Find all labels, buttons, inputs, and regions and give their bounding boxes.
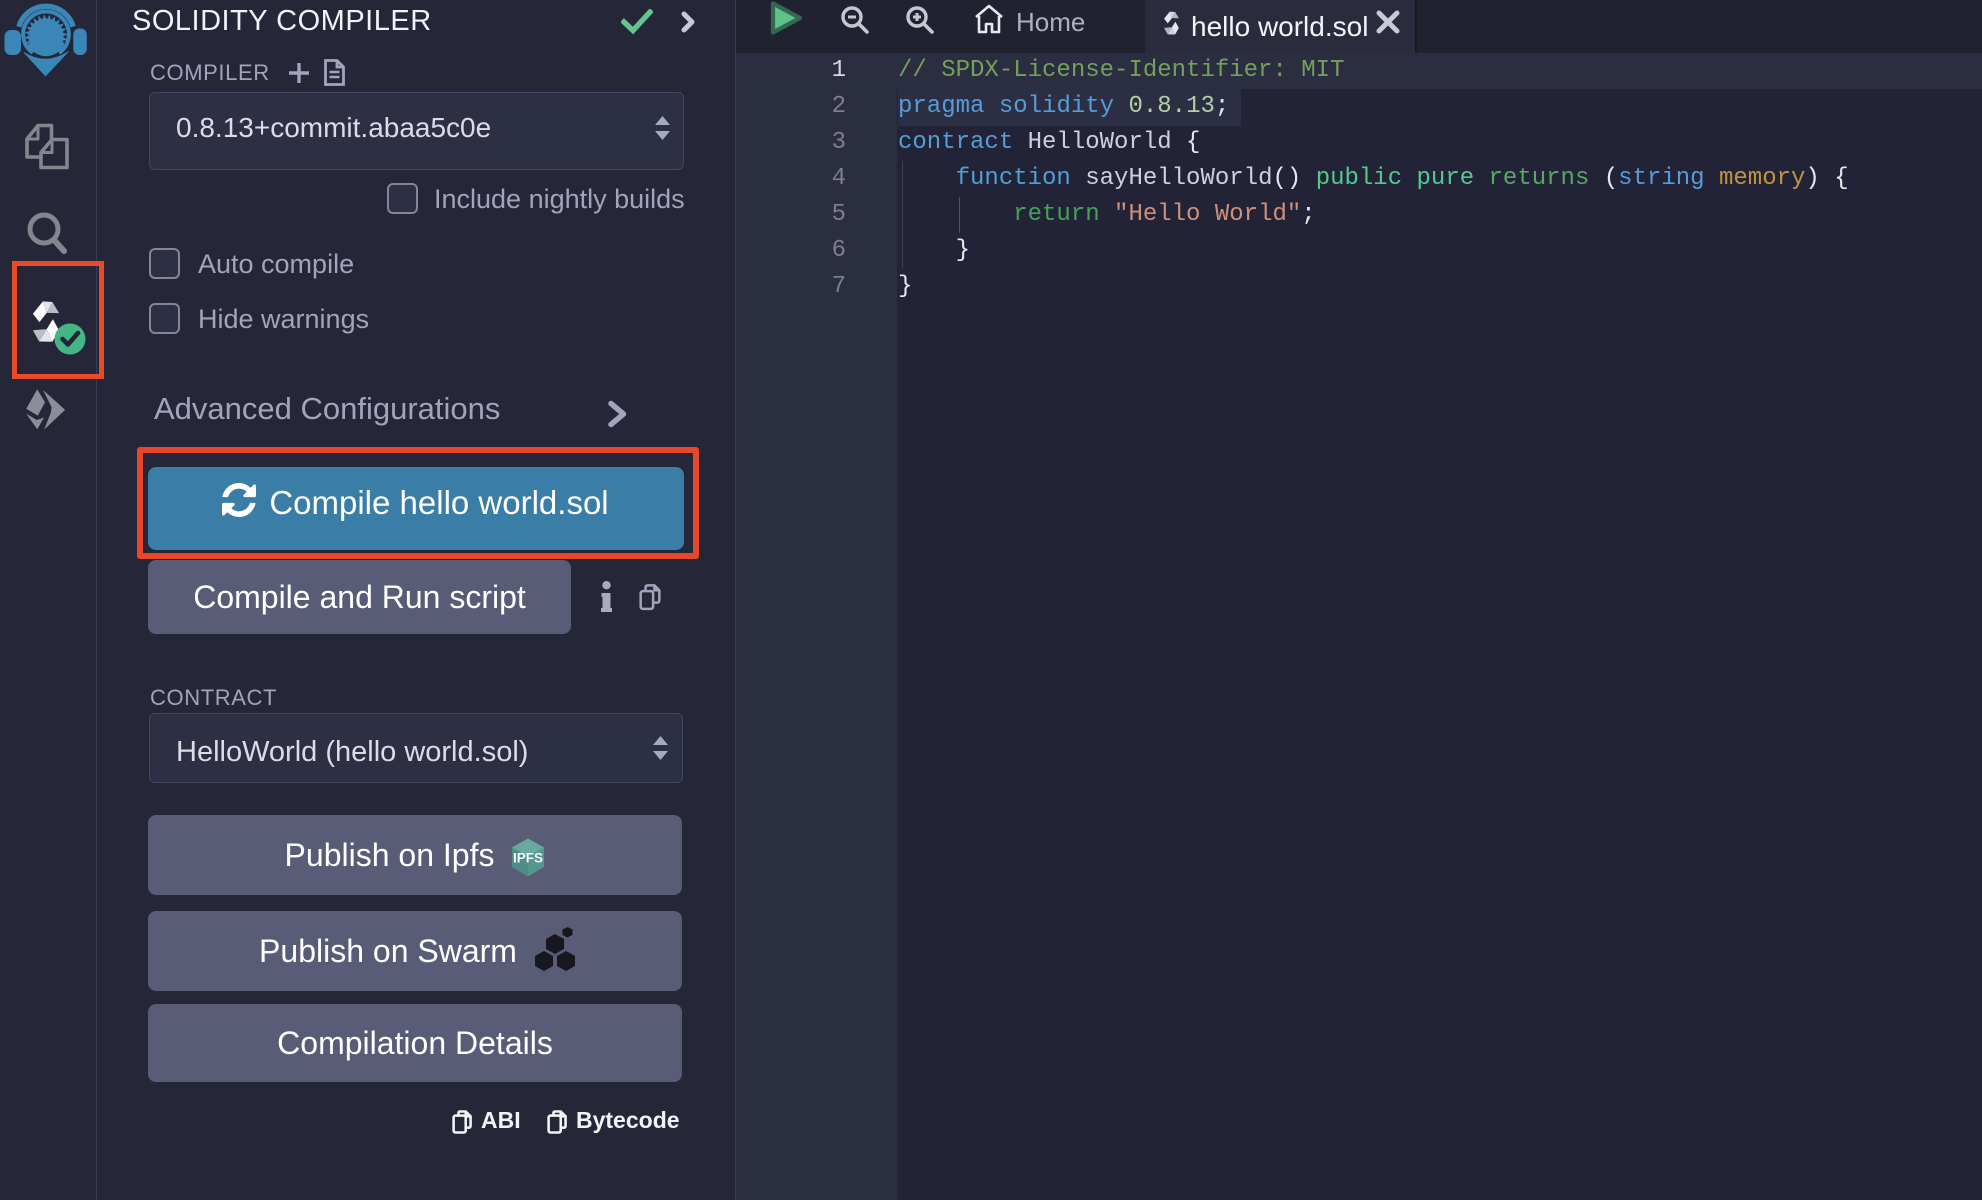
- svg-text:IPFS: IPFS: [513, 851, 543, 866]
